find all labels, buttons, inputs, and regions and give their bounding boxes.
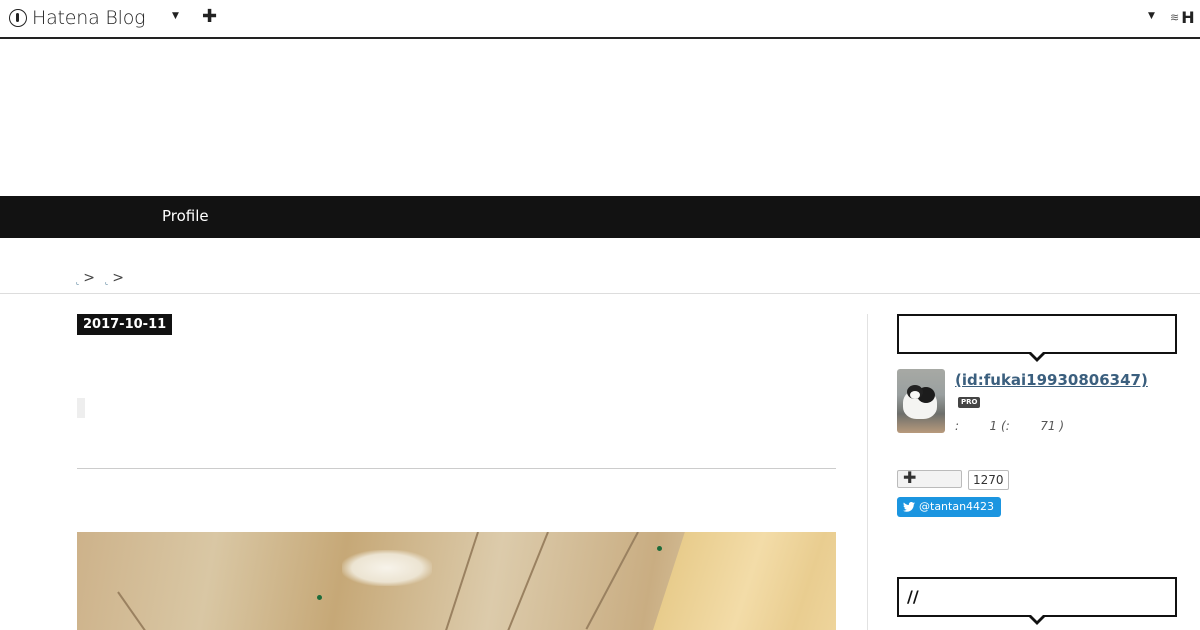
user-menu-button[interactable]: ≋ H <box>1170 8 1195 27</box>
avatar[interactable] <box>897 369 945 433</box>
follower-count: 1270 <box>968 470 1009 490</box>
hatena-blog-logo[interactable]: Hatena Blog <box>9 6 146 30</box>
breadcrumb-link-home[interactable]: ⌞ <box>76 278 79 286</box>
cat-face <box>910 391 920 399</box>
add-entry-button[interactable]: ✚ <box>202 6 217 27</box>
sidebar-module-title-profile <box>897 314 1177 362</box>
speech-arrow <box>1027 350 1047 362</box>
entry-date[interactable]: 2017-10-11 <box>77 314 173 335</box>
green-speck <box>657 546 662 551</box>
sidebar-module-title-2: // <box>897 577 1177 625</box>
hatena-logo-icon <box>9 9 27 27</box>
entry-title[interactable] <box>77 398 85 418</box>
chalk-mark <box>342 550 432 586</box>
board-seam <box>585 532 639 630</box>
green-speck <box>317 595 322 600</box>
nav-item-profile[interactable]: Profile <box>162 207 209 225</box>
global-nav: Profile <box>0 196 1200 238</box>
breadcrumb: ⌞ > ⌞ > <box>76 270 134 286</box>
column-separator <box>867 314 868 630</box>
profile-stats: : 1 (: 71 ) <box>955 419 1065 433</box>
board-seam <box>505 532 549 630</box>
wood-panel <box>645 532 836 630</box>
hatena-mini-icon: ≋ <box>1170 11 1180 24</box>
breadcrumb-divider <box>0 293 1200 294</box>
user-brand-text: H <box>1181 8 1195 27</box>
plus-icon: ✚ <box>903 468 917 487</box>
breadcrumb-separator: > <box>83 270 96 286</box>
follow-button[interactable]: ✚ <box>897 468 962 488</box>
top-bar: Hatena Blog ▼ ✚ ▼ ≋ H <box>0 0 1200 39</box>
breadcrumb-separator: > <box>112 270 125 286</box>
entry-divider <box>77 468 836 469</box>
board-seam <box>117 591 154 630</box>
entry-photo <box>77 532 836 630</box>
module-title-text: // <box>907 587 919 606</box>
blog-menu-caret-icon[interactable]: ▼ <box>172 11 179 21</box>
twitter-handle: @tantan4423 <box>919 500 995 513</box>
user-menu-caret-icon[interactable]: ▼ <box>1148 11 1155 21</box>
profile-name-link[interactable]: (id:fukai19930806347) <box>955 371 1148 389</box>
breadcrumb-link-archive[interactable]: ⌞ <box>105 278 108 286</box>
twitter-follow-button[interactable]: @tantan4423 <box>897 497 1002 517</box>
logo-text: Hatena Blog <box>32 7 146 29</box>
board-seam <box>443 532 479 630</box>
speech-arrow <box>1027 613 1047 625</box>
twitter-bird-icon <box>903 502 915 512</box>
pro-badge: PRO <box>958 397 981 408</box>
